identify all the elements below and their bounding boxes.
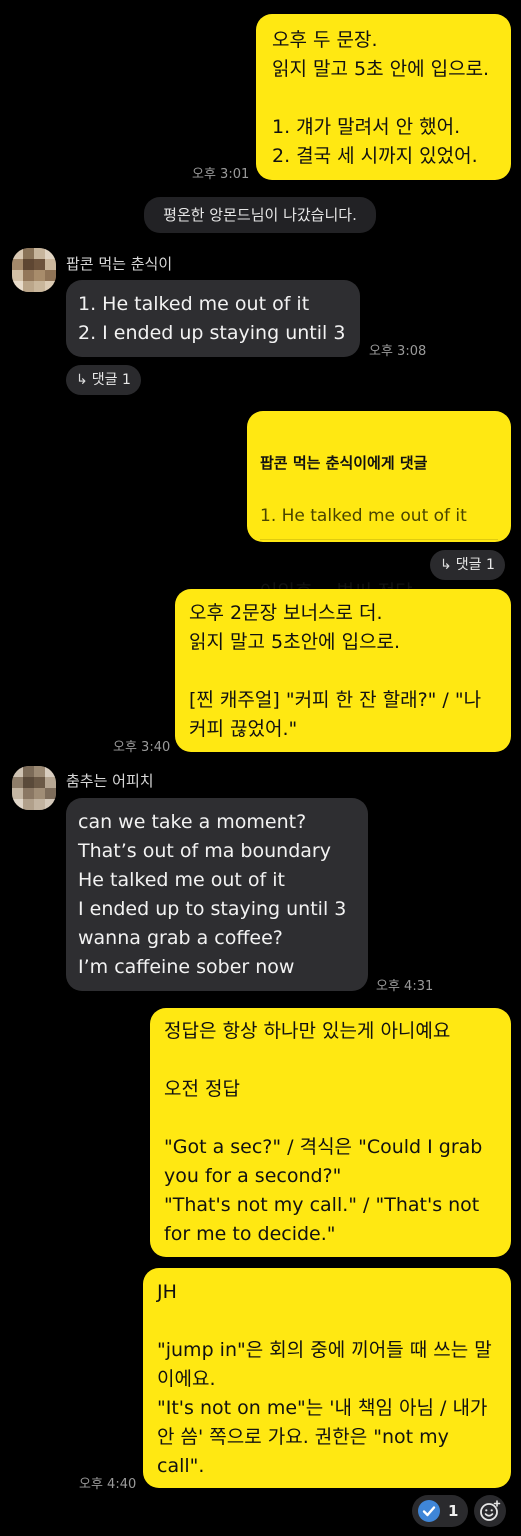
reply-count-label: 댓글 1: [455, 557, 495, 573]
message-bubble-mine[interactable]: 오후 2문장 보너스로 더. 읽지 말고 5초안에 입으로. [찐 캐주얼] "…: [175, 589, 511, 752]
message-bubble-mine[interactable]: 정답은 항상 하나만 있는게 아니예요 오전 정답 "Got a sec?" /…: [150, 1008, 511, 1257]
message-bubble-other[interactable]: 1. He talked me out of it 2. I ended up …: [66, 280, 360, 357]
read-check-badge[interactable]: 1: [412, 1495, 468, 1527]
message-bubble-other[interactable]: can we take a moment? That’s out of ma b…: [66, 798, 368, 991]
message-bubble-mine[interactable]: 오후 두 문장. 읽지 말고 5초 안에 입으로. 1. 걔가 말려서 안 했어…: [256, 14, 511, 180]
message-time: 오후 3:08: [369, 344, 427, 359]
message-time: 오후 3:40: [113, 740, 171, 755]
message-bubble-mine-reply[interactable]: 팝콘 먹는 춘식이에게 댓글 1. He talked me out of it…: [247, 411, 511, 603]
reply-quote-title: 팝콘 먹는 춘식이에게 댓글: [260, 454, 428, 472]
reply-count-label: 댓글 1: [91, 372, 131, 388]
emoji-add-icon: [480, 1500, 501, 1521]
check-count: 1: [448, 1502, 459, 1520]
reply-count-chip[interactable]: ↳ 댓글 1: [66, 365, 141, 395]
message-time: 오후 4:40: [79, 1477, 137, 1492]
avatar[interactable]: [12, 248, 56, 292]
avatar-image: [12, 766, 56, 810]
message-time: 오후 3:01: [192, 167, 250, 182]
message-time: 오후 4:31: [376, 979, 434, 994]
reply-count-chip[interactable]: ↳ 댓글 1: [430, 550, 505, 580]
system-notice: 평온한 앙몬드님이 나갔습니다.: [144, 197, 376, 233]
reply-arrow-icon: ↳: [440, 557, 452, 573]
sender-name: 팝콘 먹는 춘식이: [66, 255, 173, 273]
reply-quote-body: 1. He talked me out of it: [260, 503, 498, 540]
message-bubble-mine[interactable]: JH "jump in"은 회의 중에 끼어들 때 쓰는 말이에요. "It's…: [143, 1268, 511, 1488]
emoji-add-button[interactable]: [474, 1495, 506, 1527]
reply-arrow-icon: ↳: [76, 372, 88, 388]
sender-name: 춤추는 어피치: [66, 772, 154, 790]
avatar[interactable]: [12, 766, 56, 810]
avatar-image: [12, 248, 56, 292]
check-icon: [418, 1500, 440, 1522]
